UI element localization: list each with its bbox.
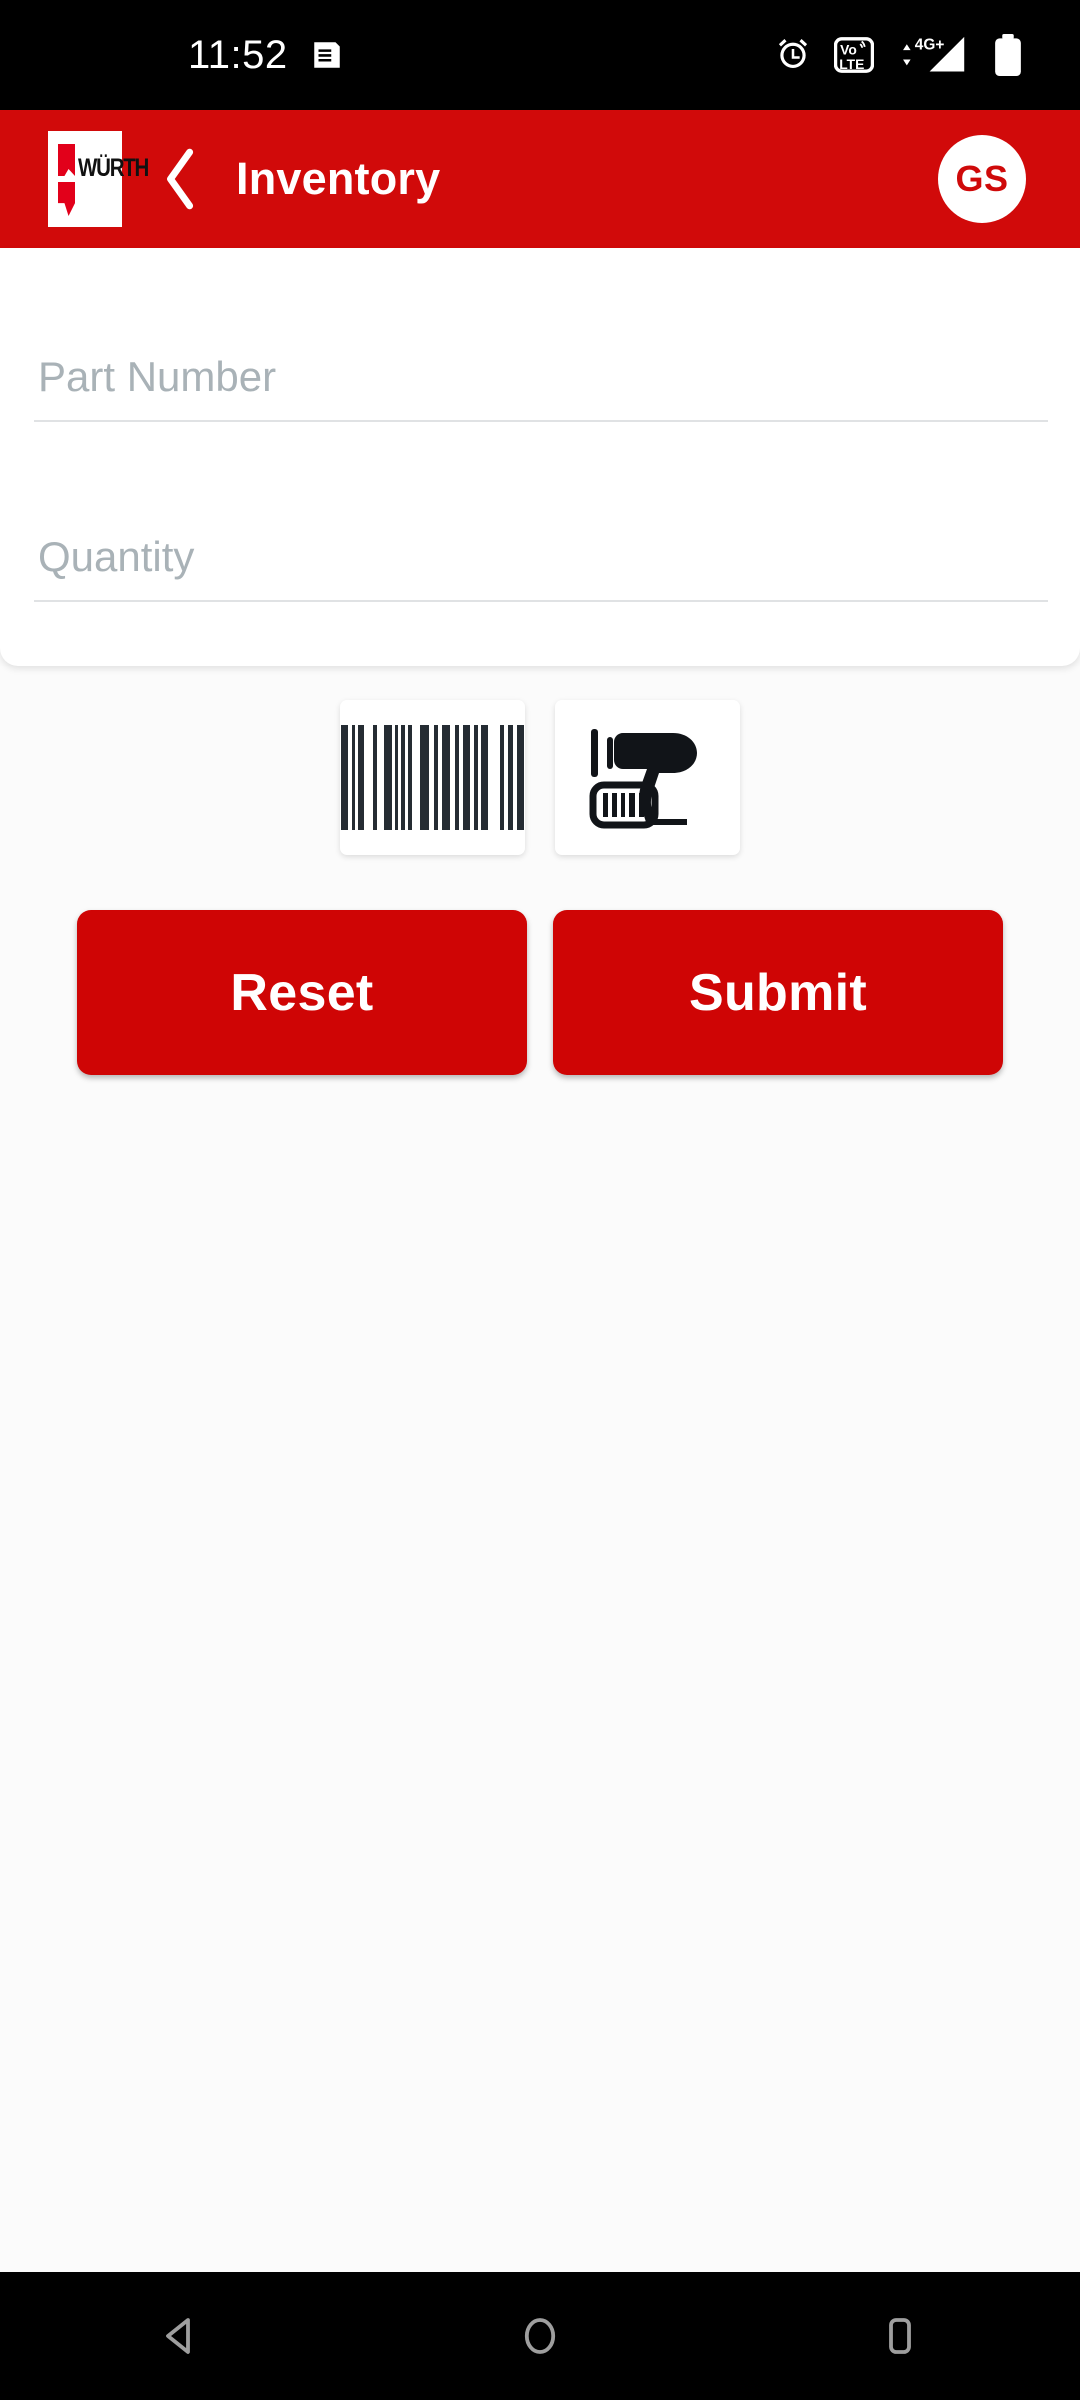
reset-button[interactable]: Reset [77, 910, 527, 1075]
quantity-input[interactable] [34, 518, 1048, 596]
status-bar: 11:52 Vo LTE 4G+ [0, 0, 1080, 110]
submit-button[interactable]: Submit [553, 910, 1003, 1075]
status-bar-left: 11:52 [188, 35, 344, 75]
battery-icon [992, 33, 1024, 77]
status-bar-clock: 11:52 [188, 33, 288, 77]
scanner-button[interactable] [555, 700, 740, 855]
logo-mark-top [58, 144, 75, 176]
barcode-icon [341, 725, 524, 830]
barcode-scanner-icon [585, 719, 711, 837]
chevron-left-icon [159, 146, 205, 212]
android-nav-bar [0, 2272, 1080, 2400]
mobile-data-label: 4G+ [915, 36, 945, 53]
action-buttons-row: Reset Submit [0, 910, 1080, 1075]
logo-wordmark: WÜRTH [78, 154, 149, 182]
circle-icon [524, 2318, 556, 2354]
alarm-icon [774, 36, 812, 74]
quantity-underline [34, 600, 1048, 602]
nav-back-button[interactable] [100, 2272, 260, 2400]
app-bar: WÜRTH Inventory GS [0, 110, 1080, 248]
message-icon [310, 38, 344, 72]
rounded-square-icon [889, 2318, 911, 2354]
inventory-form-card [0, 248, 1080, 666]
avatar[interactable]: GS [938, 135, 1026, 223]
page-body [0, 666, 1080, 2272]
barcode-button[interactable] [340, 700, 525, 855]
phone-screen: 11:52 Vo LTE 4G+ WÜRTH Inventory GS Part… [0, 0, 1080, 2400]
back-button[interactable] [152, 139, 212, 219]
volte-icon: Vo LTE [834, 35, 874, 75]
signal-icon: 4G+ [896, 34, 970, 76]
nav-home-button[interactable] [460, 2272, 620, 2400]
status-bar-right: Vo LTE 4G+ [774, 33, 1024, 77]
nav-recents-button[interactable] [820, 2272, 980, 2400]
quantity-field [34, 518, 1048, 602]
logo-mark-bottom [58, 182, 75, 216]
part-number-underline [34, 420, 1048, 422]
scan-tools-row [0, 700, 1080, 855]
page-title: Inventory [236, 153, 441, 204]
triangle-left-icon [166, 2318, 190, 2354]
wurth-logo: WÜRTH [48, 131, 149, 227]
svg-text:LTE: LTE [839, 56, 864, 72]
part-number-field [34, 338, 1048, 422]
part-number-input[interactable] [34, 338, 1048, 416]
